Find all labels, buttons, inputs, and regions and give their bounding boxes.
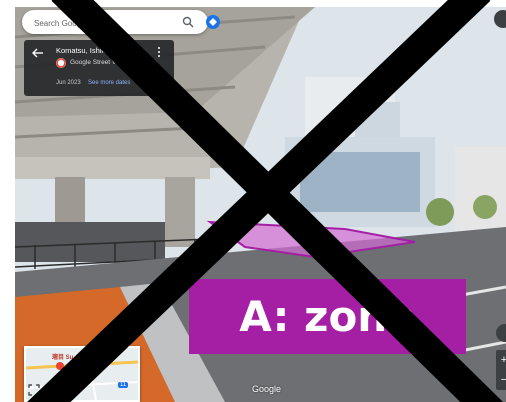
directions-icon[interactable] — [206, 15, 220, 29]
map-badge: 11 — [118, 382, 129, 388]
see-more-dates-link[interactable]: See more dates — [88, 80, 130, 86]
mini-map-roads — [26, 348, 138, 400]
search-icon[interactable] — [182, 16, 194, 28]
google-attribution: Google — [252, 384, 282, 394]
search-input[interactable] — [32, 10, 156, 36]
location-title: Komatsu, Ishika — [56, 46, 110, 55]
zoom-control: + − — [496, 350, 506, 390]
mini-map[interactable]: 瑠目 Su 11 — [24, 346, 140, 402]
search-bar[interactable] — [22, 10, 220, 36]
zoom-out-button[interactable]: − — [496, 370, 506, 390]
google-g-icon — [56, 58, 66, 68]
close-button[interactable] — [494, 10, 506, 28]
capture-date: Jun 2023 — [56, 80, 81, 86]
more-menu-icon[interactable] — [156, 46, 162, 58]
map-pin-icon — [56, 362, 64, 370]
fullscreen-icon[interactable] — [28, 384, 40, 396]
source-label: Google Street Vie — [70, 59, 122, 66]
zone-label: A: zone — [189, 279, 466, 354]
back-arrow-icon[interactable] — [32, 48, 44, 58]
map-place-label: 瑠目 Su — [52, 355, 74, 361]
street-view-frame: Komatsu, Ishika Google Street Vie Jun 20… — [0, 0, 506, 402]
zoom-in-button[interactable]: + — [496, 350, 506, 370]
location-info-card: Komatsu, Ishika Google Street Vie Jun 20… — [24, 40, 174, 96]
